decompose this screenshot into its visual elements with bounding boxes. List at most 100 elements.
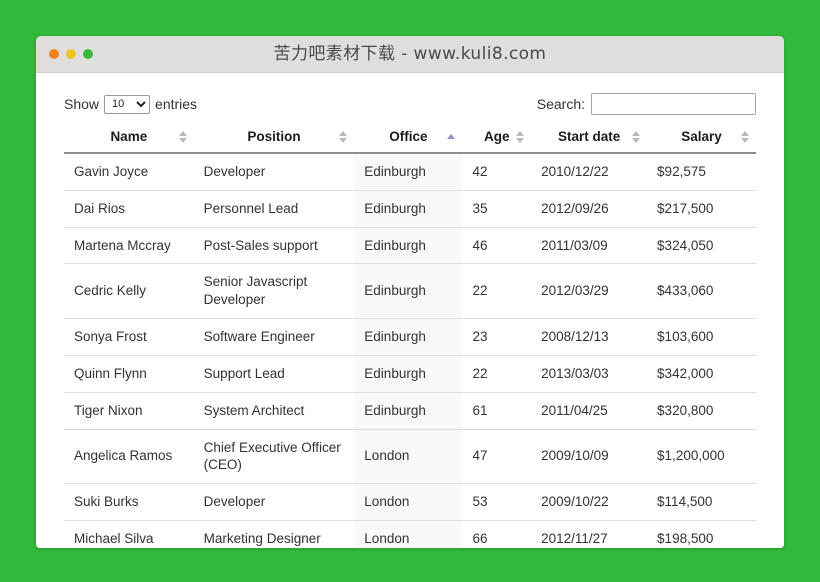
cell-age: 53 xyxy=(462,484,531,521)
column-header-position-label: Position xyxy=(247,129,300,144)
minimize-button-icon[interactable] xyxy=(66,49,76,59)
cell-age: 22 xyxy=(462,264,531,319)
cell-age: 47 xyxy=(462,429,531,484)
cell-age: 61 xyxy=(462,392,531,429)
sort-indicator-icon xyxy=(516,130,525,144)
datatable-toolbar: Show 10 25 50 100 entries Search: xyxy=(64,91,756,117)
cell-name: Michael Silva xyxy=(64,520,194,548)
cell-office: London xyxy=(354,520,462,548)
table-row[interactable]: Tiger NixonSystem ArchitectEdinburgh6120… xyxy=(64,392,756,429)
cell-date: 2010/12/22 xyxy=(531,153,647,190)
cell-name: Gavin Joyce xyxy=(64,153,194,190)
window-controls xyxy=(49,49,93,59)
close-button-icon[interactable] xyxy=(49,49,59,59)
cell-name: Quinn Flynn xyxy=(64,355,194,392)
table-row[interactable]: Angelica RamosChief Executive Officer (C… xyxy=(64,429,756,484)
cell-position: Developer xyxy=(194,484,355,521)
cell-date: 2012/09/26 xyxy=(531,190,647,227)
window-title: 苦力吧素材下载 - www.kuli8.com xyxy=(36,36,784,72)
cell-office: Edinburgh xyxy=(354,355,462,392)
cell-office: London xyxy=(354,484,462,521)
table-row[interactable]: Dai RiosPersonnel LeadEdinburgh352012/09… xyxy=(64,190,756,227)
cell-office: London xyxy=(354,429,462,484)
cell-office: Edinburgh xyxy=(354,319,462,356)
search-input[interactable] xyxy=(591,93,756,115)
cell-salary: $342,000 xyxy=(647,355,756,392)
table-row[interactable]: Suki BurksDeveloperLondon532009/10/22$11… xyxy=(64,484,756,521)
cell-date: 2009/10/22 xyxy=(531,484,647,521)
cell-salary: $103,600 xyxy=(647,319,756,356)
cell-position: Senior Javascript Developer xyxy=(194,264,355,319)
cell-salary: $92,575 xyxy=(647,153,756,190)
cell-salary: $217,500 xyxy=(647,190,756,227)
window-titlebar: 苦力吧素材下载 - www.kuli8.com xyxy=(36,36,784,73)
sort-indicator-icon xyxy=(741,130,750,144)
table-row[interactable]: Sonya FrostSoftware EngineerEdinburgh232… xyxy=(64,319,756,356)
cell-salary: $320,800 xyxy=(647,392,756,429)
cell-office: Edinburgh xyxy=(354,392,462,429)
cell-position: Support Lead xyxy=(194,355,355,392)
cell-position: Personnel Lead xyxy=(194,190,355,227)
column-header-start-date[interactable]: Start date xyxy=(531,121,647,153)
search-control: Search: xyxy=(537,93,756,115)
cell-salary: $324,050 xyxy=(647,227,756,264)
table-head: Name Position Office Age xyxy=(64,121,756,153)
cell-position: Software Engineer xyxy=(194,319,355,356)
length-label-left: Show xyxy=(64,96,99,112)
cell-name: Angelica Ramos xyxy=(64,429,194,484)
cell-office: Edinburgh xyxy=(354,153,462,190)
length-control: Show 10 25 50 100 entries xyxy=(64,95,197,114)
table-row[interactable]: Michael SilvaMarketing DesignerLondon662… xyxy=(64,520,756,548)
cell-name: Cedric Kelly xyxy=(64,264,194,319)
table-row[interactable]: Martena MccrayPost-Sales supportEdinburg… xyxy=(64,227,756,264)
table-row[interactable]: Cedric KellySenior Javascript DeveloperE… xyxy=(64,264,756,319)
window-content: Show 10 25 50 100 entries Search: xyxy=(36,73,784,548)
table-row[interactable]: Gavin JoyceDeveloperEdinburgh422010/12/2… xyxy=(64,153,756,190)
cell-date: 2009/10/09 xyxy=(531,429,647,484)
column-header-age[interactable]: Age xyxy=(462,121,531,153)
cell-date: 2013/03/03 xyxy=(531,355,647,392)
length-label-right: entries xyxy=(155,96,197,112)
cell-position: Post-Sales support xyxy=(194,227,355,264)
table-row[interactable]: Quinn FlynnSupport LeadEdinburgh222013/0… xyxy=(64,355,756,392)
column-header-start-date-label: Start date xyxy=(558,129,620,144)
cell-salary: $1,200,000 xyxy=(647,429,756,484)
column-header-position[interactable]: Position xyxy=(194,121,355,153)
search-label: Search: xyxy=(537,96,585,112)
cell-salary: $433,060 xyxy=(647,264,756,319)
cell-date: 2008/12/13 xyxy=(531,319,647,356)
cell-age: 46 xyxy=(462,227,531,264)
table-header-row: Name Position Office Age xyxy=(64,121,756,153)
desktop-background: 苦力吧素材下载 - www.kuli8.com Show 10 25 50 10… xyxy=(0,0,820,582)
column-header-name[interactable]: Name xyxy=(64,121,194,153)
column-header-name-label: Name xyxy=(110,129,147,144)
cell-position: System Architect xyxy=(194,392,355,429)
cell-age: 35 xyxy=(462,190,531,227)
cell-name: Dai Rios xyxy=(64,190,194,227)
cell-office: Edinburgh xyxy=(354,264,462,319)
application-window: 苦力吧素材下载 - www.kuli8.com Show 10 25 50 10… xyxy=(36,36,784,548)
entries-per-page-select[interactable]: 10 25 50 100 xyxy=(104,95,150,114)
employees-table: Name Position Office Age xyxy=(64,121,756,548)
cell-name: Suki Burks xyxy=(64,484,194,521)
cell-age: 66 xyxy=(462,520,531,548)
sort-indicator-icon xyxy=(632,130,641,144)
column-header-salary-label: Salary xyxy=(681,129,722,144)
sort-indicator-icon xyxy=(179,130,188,144)
sort-ascending-icon xyxy=(447,133,456,141)
table-body: Gavin JoyceDeveloperEdinburgh422010/12/2… xyxy=(64,153,756,548)
cell-age: 42 xyxy=(462,153,531,190)
cell-name: Sonya Frost xyxy=(64,319,194,356)
column-header-office[interactable]: Office xyxy=(354,121,462,153)
cell-office: Edinburgh xyxy=(354,227,462,264)
cell-salary: $114,500 xyxy=(647,484,756,521)
sort-indicator-icon xyxy=(339,130,348,144)
column-header-salary[interactable]: Salary xyxy=(647,121,756,153)
maximize-button-icon[interactable] xyxy=(83,49,93,59)
cell-name: Tiger Nixon xyxy=(64,392,194,429)
cell-date: 2011/04/25 xyxy=(531,392,647,429)
cell-position: Chief Executive Officer (CEO) xyxy=(194,429,355,484)
cell-date: 2012/03/29 xyxy=(531,264,647,319)
cell-position: Developer xyxy=(194,153,355,190)
cell-date: 2011/03/09 xyxy=(531,227,647,264)
